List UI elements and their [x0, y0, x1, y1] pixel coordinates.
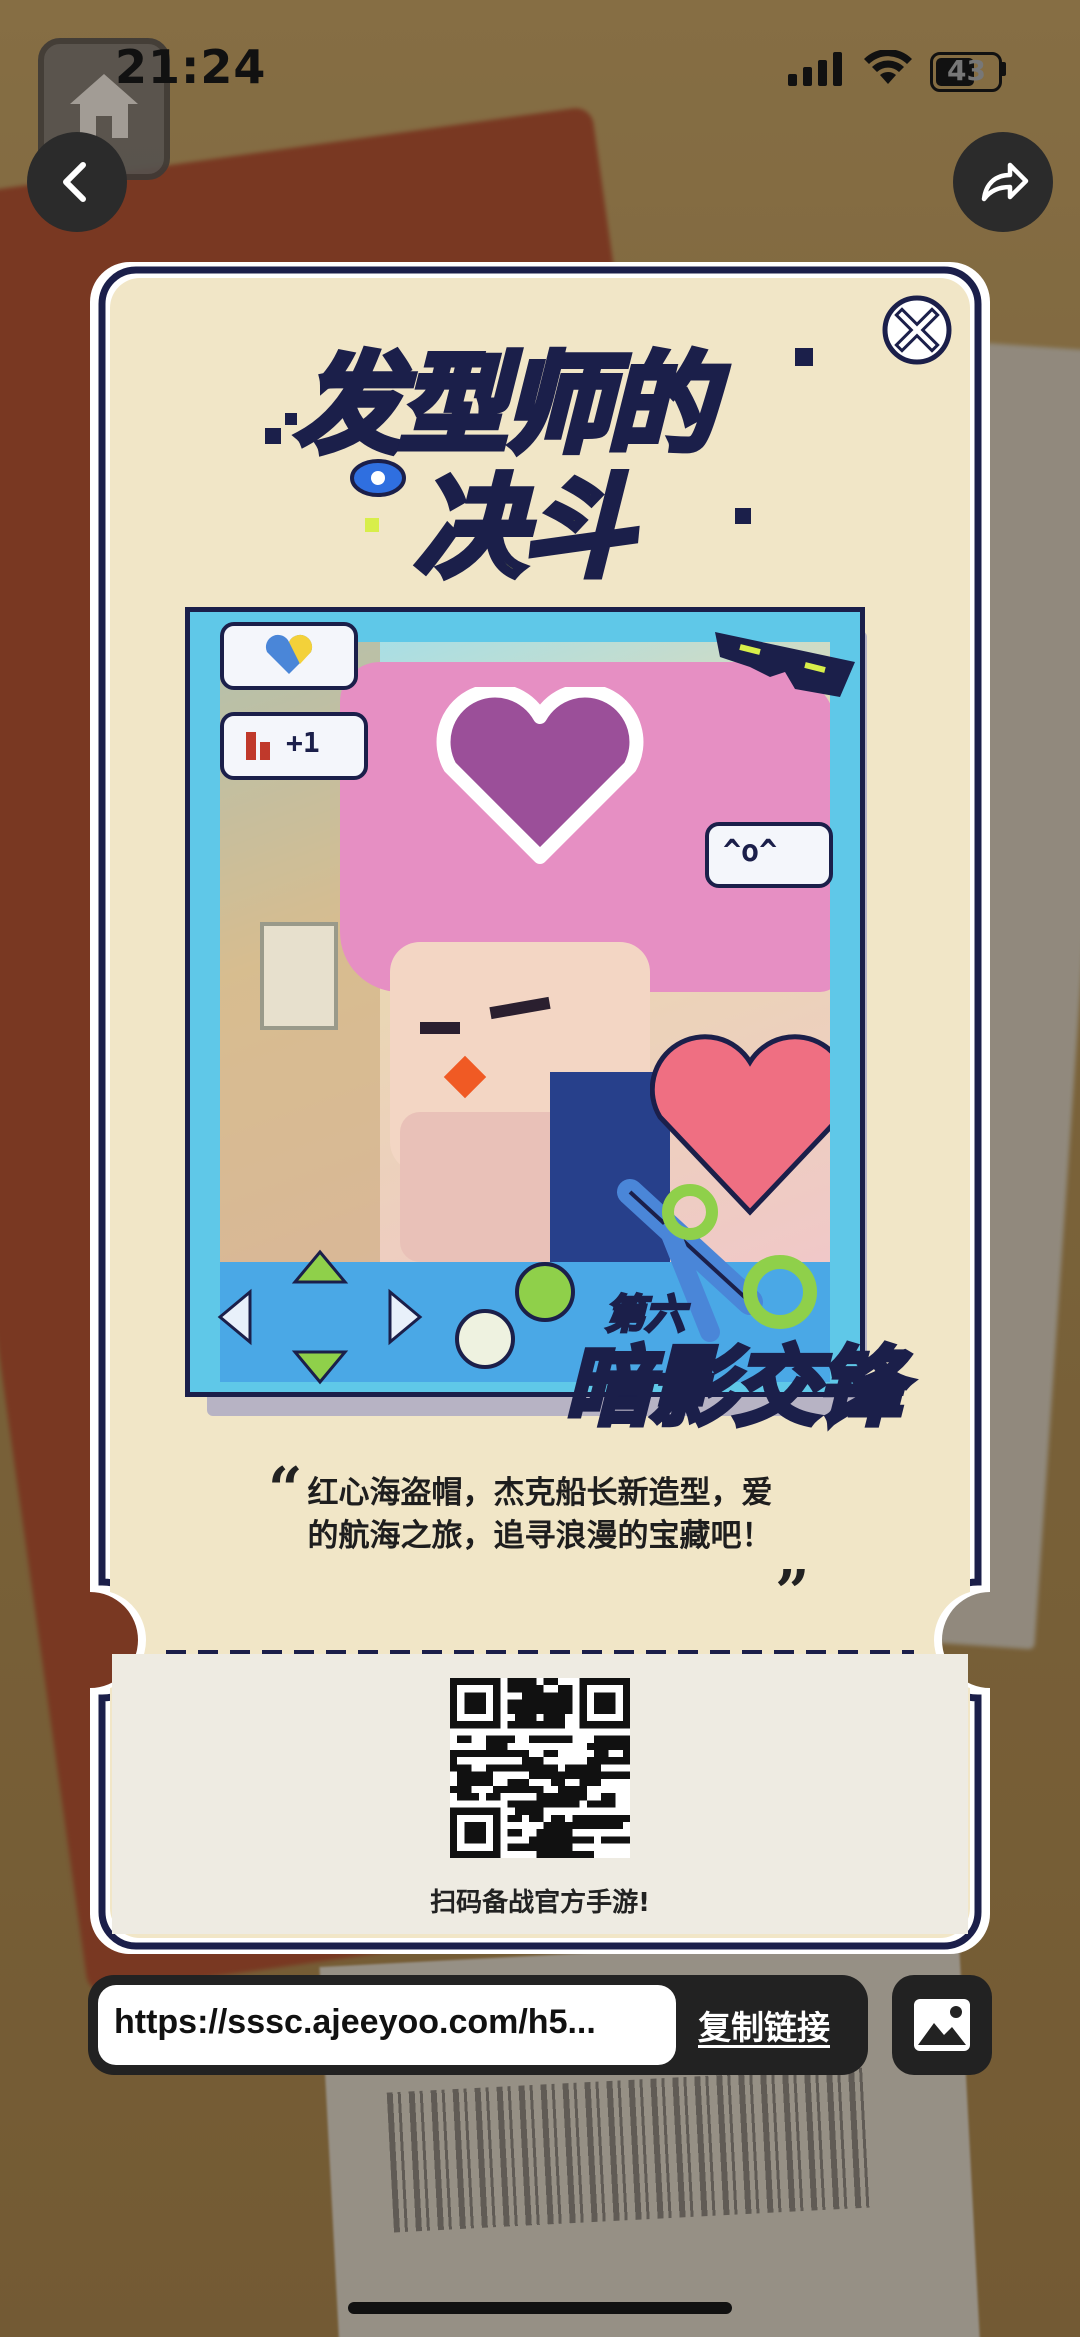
close-quote-mark: ” [775, 1558, 810, 1628]
url-text: https://sssc.ajeeyoo.com/h5... [114, 2003, 596, 2041]
stat-bubble: +1 [220, 712, 368, 780]
face-bubble: ^o^ [705, 822, 833, 888]
action-buttons-icon [455, 1262, 575, 1369]
status-time: 21:24 [115, 40, 267, 94]
cellular-signal-icon [788, 52, 842, 86]
game-title-logo: 发型师的 决斗 [265, 318, 825, 595]
open-quote-mark: “ [268, 1455, 303, 1525]
scan-label: 扫码备战官方手游! [430, 1888, 650, 1918]
dpad-icon [217, 1249, 423, 1385]
chevron-left-icon [63, 162, 86, 202]
share-arrow-icon [981, 162, 1029, 202]
quote-text: 红心海盗帽，杰克船长新造型，爱的航海之旅，追寻浪漫的宝藏吧！ [307, 1475, 773, 1555]
face-bubble-text: ^o^ [723, 834, 778, 869]
brand-main-text: 暗影交锋 [563, 1336, 906, 1441]
heart-bubble [220, 622, 358, 690]
save-image-button[interactable] [892, 1975, 992, 2075]
scissors-badge-icon [350, 459, 406, 497]
heart-icon [436, 687, 644, 864]
link-bar: https://sssc.ajeeyoo.com/h5... 复制链接 [88, 1975, 868, 2075]
image-icon [914, 1999, 970, 2051]
copy-link-button[interactable]: 复制链接 [698, 2001, 830, 2049]
logo-text-3: 决斗 [412, 461, 636, 595]
share-button[interactable] [953, 132, 1053, 232]
home-indicator[interactable] [348, 2302, 732, 2314]
blue-heart-icon [265, 634, 313, 674]
battery-icon: 43 [930, 52, 1002, 92]
character-poster: +1 ^o^ 第六 暗影交锋 [185, 607, 906, 1441]
stat-bubble-text: +1 [286, 726, 320, 759]
wifi-icon [864, 50, 912, 84]
close-icon [882, 295, 952, 365]
sunglasses-icon [715, 632, 855, 697]
qr-code [450, 1678, 630, 1858]
url-field[interactable]: https://sssc.ajeeyoo.com/h5... [98, 1985, 676, 2065]
back-button[interactable] [27, 132, 127, 232]
brand-logo: 第六 暗影交锋 [563, 1277, 925, 1441]
status-bar: 21:24 43 [0, 0, 1080, 140]
battery-level: 43 [947, 54, 986, 87]
close-button[interactable] [882, 295, 952, 365]
